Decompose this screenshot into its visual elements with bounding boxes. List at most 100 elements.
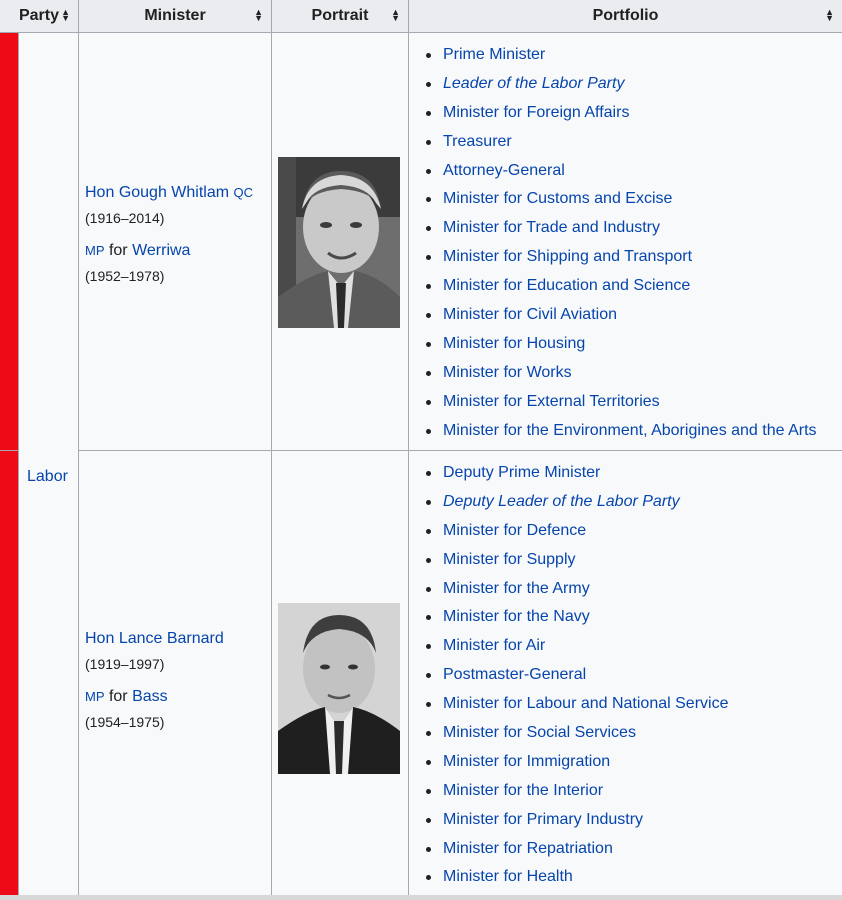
portfolio-link[interactable]: Minister for Primary Industry [443, 811, 643, 828]
bullet-icon [426, 673, 431, 679]
minister-cell: Hon Gough Whitlam QC (1916–2014) MP for … [79, 33, 272, 451]
bullet-icon [426, 110, 431, 116]
header-portfolio[interactable]: Portfolio ▲ ▼ [409, 0, 842, 33]
portfolio-link[interactable]: Minister for Health [443, 868, 573, 885]
portrait-image[interactable] [278, 157, 400, 328]
header-portrait-label: Portrait [311, 7, 369, 24]
bullet-icon [426, 644, 431, 650]
portfolio-link[interactable]: Postmaster-General [443, 666, 586, 683]
minister-name-link[interactable]: Gough Whitlam [119, 184, 229, 201]
portfolio-link[interactable]: Minister for the Navy [443, 608, 590, 625]
header-party[interactable]: Party ▲ ▼ [0, 0, 79, 33]
portfolio-link[interactable]: Minister for Supply [443, 551, 576, 568]
bullet-icon [426, 399, 431, 405]
portfolio-link[interactable]: Treasurer [443, 133, 512, 150]
portfolio-link[interactable]: Minister for Trade and Industry [443, 219, 660, 236]
lifespan: (1919–1997) [85, 656, 165, 672]
minister-title-link[interactable]: Hon [85, 630, 114, 647]
minister-info: Hon Lance Barnard (1919–1997) MP for Bas… [85, 629, 224, 731]
portfolio-link[interactable]: Minister for External Territories [443, 393, 660, 410]
header-minister-label: Minister [144, 7, 206, 24]
bullet-icon [426, 341, 431, 347]
bullet-icon [426, 759, 431, 765]
portfolio-link[interactable]: Minister for Labour and National Service [443, 695, 728, 712]
portfolio-link[interactable]: Deputy Leader of the Labor Party [443, 493, 680, 510]
portfolio-link[interactable]: Attorney-General [443, 162, 565, 179]
portrait-cell [272, 451, 409, 900]
portfolio-link[interactable]: Minister for Civil Aviation [443, 306, 617, 323]
portfolio-link[interactable]: Minister for Housing [443, 335, 585, 352]
portfolio-link[interactable]: Minister for Defence [443, 522, 586, 539]
bullet-icon [426, 168, 431, 174]
header-portrait[interactable]: Portrait ▲ ▼ [272, 0, 409, 33]
sort-icon[interactable]: ▲ ▼ [825, 8, 834, 23]
minister-name-link[interactable]: Lance Barnard [119, 630, 224, 647]
minister-title-link[interactable]: Hon [85, 184, 114, 201]
bullet-icon [426, 471, 431, 476]
mp-link[interactable]: MP [85, 689, 105, 704]
seat-link[interactable]: Bass [132, 688, 168, 705]
portfolio-link[interactable]: Minister for the Army [443, 580, 590, 597]
portfolio-item: Deputy Leader of the Labor Party [423, 491, 728, 520]
portfolio-item: Minister for the Environment, Aborigines… [423, 420, 817, 449]
portfolio-link[interactable]: Deputy Prime Minister [443, 464, 600, 481]
portfolio-item: Treasurer [423, 131, 817, 160]
bullet-icon [426, 139, 431, 145]
portfolio-link[interactable]: Minister for Social Services [443, 724, 636, 741]
horizontal-scrollbar[interactable] [0, 895, 842, 900]
portfolio-item: Leader of the Labor Party [423, 73, 817, 102]
portfolio-link[interactable]: Leader of the Labor Party [443, 75, 624, 92]
party-color-bar [0, 33, 18, 450]
sort-icon[interactable]: ▲ ▼ [254, 8, 263, 23]
portfolio-item: Minister for Foreign Affairs [423, 102, 817, 131]
bullet-icon [426, 313, 431, 319]
postnominal-link[interactable]: QC [234, 185, 254, 200]
portfolio-item: Minister for the Army [423, 578, 728, 607]
portfolio-item: Minister for External Territories [423, 391, 817, 420]
portfolio-list: Deputy Prime Minister Deputy Leader of th… [423, 462, 728, 895]
portfolio-item: Minister for Supply [423, 549, 728, 578]
minister-info: Hon Gough Whitlam QC (1916–2014) MP for … [85, 183, 253, 285]
portfolio-item: Minister for Customs and Excise [423, 188, 817, 217]
term: (1954–1975) [85, 714, 165, 730]
portfolio-item: Minister for Social Services [423, 722, 728, 751]
portfolio-cell: Deputy Prime Minister Deputy Leader of th… [409, 451, 842, 900]
sort-icon[interactable]: ▲ ▼ [391, 8, 400, 23]
bullet-icon [426, 528, 431, 534]
portfolio-link[interactable]: Minister for Shipping and Transport [443, 248, 692, 265]
portfolio-item: Deputy Prime Minister [423, 462, 728, 491]
bullet-icon [426, 370, 431, 376]
lifespan: (1916–2014) [85, 210, 165, 226]
term: (1952–1978) [85, 268, 165, 284]
bullet-icon [426, 557, 431, 563]
portfolio-link[interactable]: Minister for the Interior [443, 782, 603, 799]
portfolio-link[interactable]: Minister for Foreign Affairs [443, 104, 629, 121]
header-portfolio-label: Portfolio [592, 7, 659, 24]
header-minister[interactable]: Minister ▲ ▼ [79, 0, 272, 33]
mp-link[interactable]: MP [85, 243, 105, 258]
bullet-icon [426, 846, 431, 852]
portfolio-link[interactable]: Prime Minister [443, 46, 545, 63]
portfolio-link[interactable]: Minister for Air [443, 637, 545, 654]
portfolio-link[interactable]: Minister for Immigration [443, 753, 610, 770]
seat-link[interactable]: Werriwa [132, 242, 190, 259]
bullet-icon [426, 499, 431, 505]
portfolio-list: Prime Minister Leader of the Labor Party M… [423, 44, 817, 448]
portfolio-link[interactable]: Minister for Works [443, 364, 572, 381]
portfolio-item: Attorney-General [423, 160, 817, 189]
bullet-icon [426, 197, 431, 203]
portfolio-item: Minister for the Navy [423, 606, 728, 635]
portfolio-item: Minister for Works [423, 362, 817, 391]
for-text: for [108, 688, 128, 705]
bullet-icon [426, 81, 431, 87]
portfolio-item: Minister for Health [423, 866, 728, 895]
portfolio-link[interactable]: Minister for Education and Science [443, 277, 690, 294]
portrait-image[interactable] [278, 603, 400, 774]
portfolio-link[interactable]: Minister for Repatriation [443, 840, 613, 857]
portfolio-item: Minister for Immigration [423, 751, 728, 780]
party-link[interactable]: Labor [27, 468, 68, 486]
portfolio-item: Minister for the Interior [423, 780, 728, 809]
sort-icon[interactable]: ▲ ▼ [61, 8, 70, 23]
portfolio-link[interactable]: Minister for Customs and Excise [443, 190, 672, 207]
portfolio-link[interactable]: Minister for the Environment, Aborigines… [443, 422, 817, 439]
